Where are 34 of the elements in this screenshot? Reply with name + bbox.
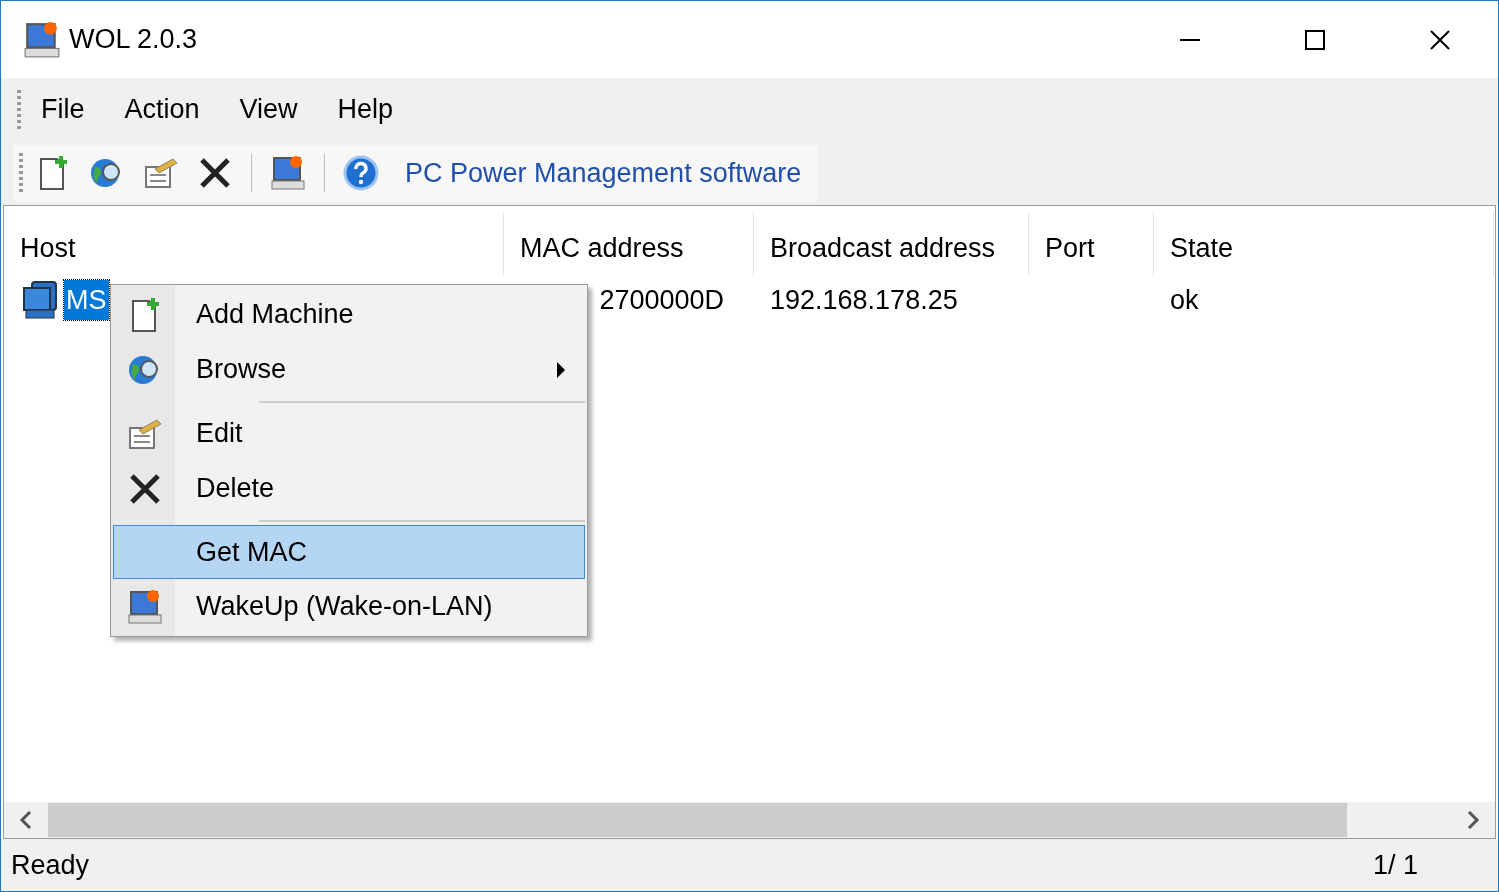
- computer-icon: [127, 588, 163, 625]
- help-icon: [343, 155, 379, 191]
- menu-item[interactable]: View: [219, 89, 318, 130]
- scroll-right-icon[interactable]: [1466, 810, 1480, 830]
- table-cell-text: 2700000D: [598, 283, 725, 317]
- menu-item[interactable]: Edit: [113, 406, 585, 461]
- scroll-thumb[interactable]: [48, 803, 1347, 837]
- table-cell-text: ok: [1169, 283, 1200, 317]
- menu-item[interactable]: File: [21, 89, 105, 130]
- status-count: 1/ 1: [1372, 848, 1418, 882]
- close-icon: [1429, 29, 1450, 50]
- menu-item[interactable]: Action: [104, 89, 220, 130]
- scroll-left-icon[interactable]: [19, 810, 33, 830]
- table-cell-text: 192.168.178.25: [769, 283, 959, 317]
- menu-item[interactable]: Browse: [113, 342, 585, 397]
- menu-item[interactable]: Get MAC: [113, 525, 585, 579]
- computer-icon: [270, 155, 306, 191]
- status-text: Ready: [11, 848, 90, 882]
- menu-item[interactable]: Delete: [113, 461, 585, 516]
- window-title: WOL 2.0.3: [69, 23, 198, 57]
- menu-item[interactable]: Help: [317, 89, 414, 130]
- column-header[interactable]: Broadcast address: [754, 212, 1029, 276]
- app-icon: [23, 20, 61, 59]
- column-header[interactable]: MAC address: [504, 212, 754, 276]
- toolbar-caption: PC Power Management software: [405, 156, 802, 190]
- host-name[interactable]: MS: [64, 279, 109, 321]
- column-header[interactable]: Port: [1029, 212, 1154, 276]
- column-header[interactable]: State: [1154, 212, 1494, 276]
- column-header[interactable]: Host: [4, 212, 504, 276]
- minimize-icon: [1179, 38, 1200, 41]
- menu-item[interactable]: Add Machine: [113, 287, 585, 342]
- menu-item[interactable]: WakeUp (Wake-on-LAN): [113, 579, 585, 634]
- computer-icon: [22, 280, 60, 320]
- maximize-icon: [1304, 29, 1325, 50]
